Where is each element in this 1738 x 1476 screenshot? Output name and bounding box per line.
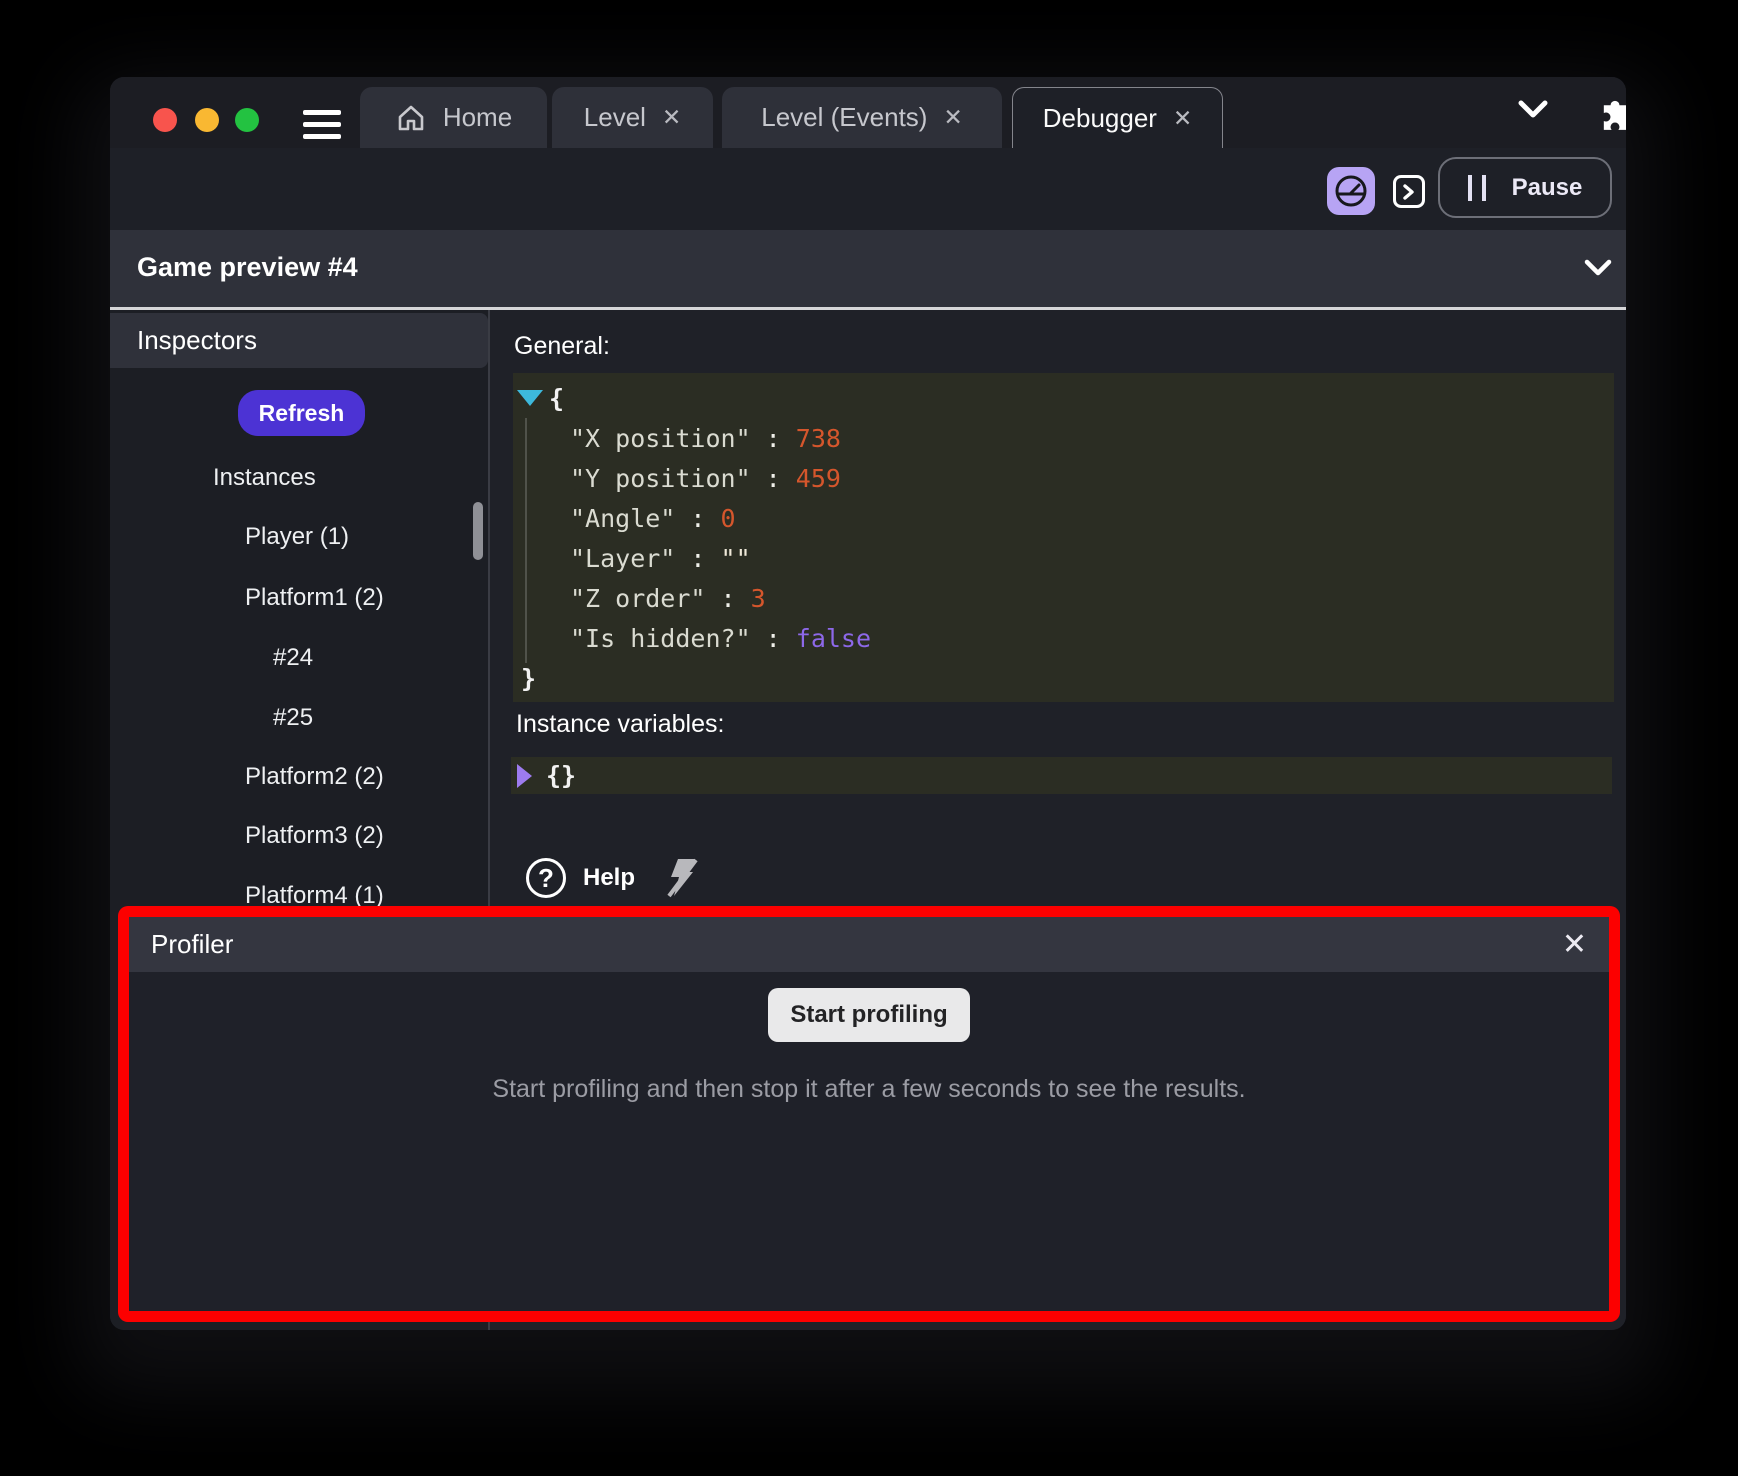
instance-variables-value: {}: [546, 761, 576, 790]
app-window: Home Level ✕ Level (Events) ✕ Debugger ✕: [110, 77, 1626, 1330]
close-icon[interactable]: ✕: [1562, 930, 1587, 960]
tab-home-label: Home: [443, 102, 512, 133]
inspectors-title: Inspectors: [137, 325, 257, 356]
tree-item-platform2[interactable]: Platform2 (2): [245, 762, 384, 792]
profiler-hint-text: Start profiling and then stop it after a…: [129, 1075, 1609, 1104]
tree-item-platform3[interactable]: Platform3 (2): [245, 821, 384, 851]
help-label[interactable]: Help: [583, 864, 635, 892]
profiler-gauge-icon: [1333, 173, 1369, 209]
collapse-triangle-icon[interactable]: [517, 764, 532, 788]
flash-off-icon[interactable]: [662, 856, 702, 900]
expand-triangle-icon[interactable]: [517, 390, 543, 406]
tab-level[interactable]: Level ✕: [552, 87, 713, 148]
close-icon[interactable]: ✕: [1173, 107, 1192, 130]
start-profiling-button[interactable]: Start profiling: [768, 988, 970, 1042]
instance-variables-viewer: {}: [511, 757, 1612, 794]
hamburger-menu-icon[interactable]: [303, 110, 341, 139]
puzzle-extension-icon[interactable]: [1596, 93, 1626, 131]
debugger-toolbar: Pause: [110, 148, 1626, 230]
profiler-panel: Profiler ✕ Start profiling Start profili…: [118, 906, 1620, 1322]
json-row-y-position: "Y position" : 459: [513, 458, 1614, 498]
profiler-toggle-button[interactable]: [1327, 167, 1375, 215]
close-icon[interactable]: ✕: [943, 106, 962, 129]
json-row-z-order: "Z order" : 3: [513, 578, 1614, 618]
json-row-angle: "Angle" : 0: [513, 498, 1614, 538]
titlebar: Home Level ✕ Level (Events) ✕ Debugger ✕: [110, 77, 1626, 148]
help-row: ? Help: [526, 854, 702, 902]
tab-level-events[interactable]: Level (Events) ✕: [722, 87, 1002, 148]
tree-item-player[interactable]: Player (1): [245, 522, 349, 552]
profiler-body: Start profiling Start profiling and then…: [129, 972, 1609, 1311]
json-close-brace: }: [521, 664, 536, 693]
console-chevron-icon: [1401, 184, 1417, 200]
traffic-light-close-button[interactable]: [153, 108, 177, 132]
refresh-button[interactable]: Refresh: [238, 390, 365, 436]
instance-variables-heading: Instance variables:: [516, 710, 724, 739]
tab-level-events-label: Level (Events): [761, 102, 927, 133]
home-icon: [395, 102, 427, 134]
inspectors-header: Inspectors: [110, 313, 488, 368]
console-button[interactable]: [1393, 175, 1425, 208]
tree-item-25[interactable]: #25: [273, 703, 313, 733]
traffic-light-minimize-button[interactable]: [195, 108, 219, 132]
tab-home[interactable]: Home: [360, 87, 547, 148]
pause-button[interactable]: Pause: [1438, 157, 1612, 218]
game-preview-title: Game preview #4: [137, 252, 358, 283]
tab-debugger[interactable]: Debugger ✕: [1012, 87, 1223, 148]
tree-item-platform1[interactable]: Platform1 (2): [245, 583, 384, 613]
tree-item-24[interactable]: #24: [273, 643, 313, 673]
json-open-line: {: [513, 378, 1614, 418]
sidebar-scrollbar[interactable]: [473, 502, 483, 560]
tab-level-label: Level: [584, 102, 646, 133]
json-open-brace: {: [549, 384, 564, 413]
pause-icon: [1468, 175, 1486, 201]
game-preview-header[interactable]: Game preview #4: [110, 230, 1626, 307]
profiler-header: Profiler ✕: [129, 917, 1609, 972]
pause-button-label: Pause: [1512, 174, 1583, 202]
profiler-title: Profiler: [151, 929, 233, 960]
tab-debugger-label: Debugger: [1043, 103, 1157, 134]
general-heading: General:: [514, 332, 610, 361]
screenshot-canvas: Home Level ✕ Level (Events) ✕ Debugger ✕: [0, 0, 1738, 1476]
tree-item-instances[interactable]: Instances: [213, 463, 316, 493]
json-row-layer: "Layer" : "": [513, 538, 1614, 578]
close-icon[interactable]: ✕: [662, 106, 681, 129]
traffic-light-zoom-button[interactable]: [235, 108, 259, 132]
json-close-line: }: [513, 658, 1614, 698]
general-json-viewer: { "X position" : 738 "Y position" : 459 …: [513, 373, 1614, 702]
help-icon[interactable]: ?: [526, 858, 566, 898]
json-row-is-hidden: "Is hidden?" : false: [513, 618, 1614, 658]
chevron-down-icon[interactable]: [1582, 256, 1614, 280]
chevron-down-icon[interactable]: [1515, 97, 1551, 123]
json-row-x-position: "X position" : 738: [513, 418, 1614, 458]
